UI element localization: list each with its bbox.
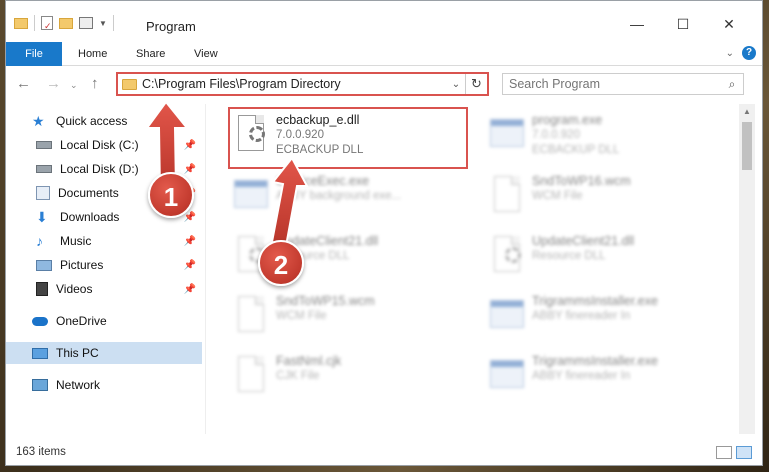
step-badge-1: 1 xyxy=(148,172,194,218)
annotation-arrows xyxy=(145,100,309,248)
step-badge-2: 2 xyxy=(258,240,304,286)
arrow-2-icon xyxy=(270,156,309,248)
